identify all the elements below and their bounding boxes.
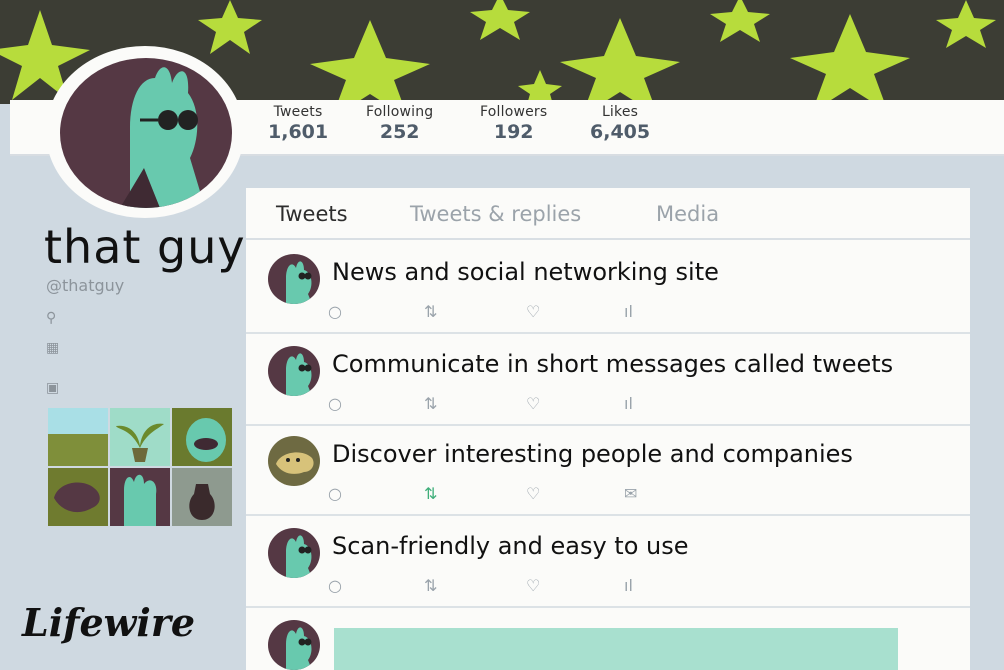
thumbnail-vase[interactable]	[172, 468, 232, 526]
tweet-item[interactable]	[246, 608, 970, 670]
media-thumbnail-grid	[48, 408, 232, 528]
retweet-icon[interactable]: ⇅	[424, 484, 437, 503]
reply-icon[interactable]: ○	[328, 302, 342, 321]
stat-likes[interactable]: Likes 6,405	[590, 104, 650, 143]
thumbnail-bunny[interactable]	[110, 468, 170, 526]
timeline-tabs: Tweets Tweets & replies Media	[246, 188, 970, 240]
like-icon[interactable]: ♡	[526, 576, 540, 595]
like-icon[interactable]: ♡	[526, 394, 540, 413]
message-icon[interactable]: ✉	[624, 484, 637, 503]
profile-avatar[interactable]	[46, 46, 244, 218]
calendar-icon: ▦	[46, 340, 60, 356]
tweet-avatar[interactable]	[268, 254, 320, 304]
stat-value: 6,405	[590, 121, 651, 143]
stat-value: 1,601	[268, 121, 329, 143]
photo-icon: ▣	[46, 380, 60, 396]
analytics-icon[interactable]: ıl	[624, 576, 633, 595]
brand-logo: Lifewire	[22, 600, 196, 645]
tweet-item[interactable]: Communicate in short messages called twe…	[246, 334, 970, 426]
stat-label: Likes	[601, 104, 639, 120]
profile-name: that guy	[44, 220, 246, 274]
stat-following[interactable]: Following 252	[366, 104, 433, 143]
reply-icon[interactable]: ○	[328, 484, 342, 503]
stat-value: 192	[493, 121, 534, 143]
tab-media[interactable]: Media	[656, 202, 719, 226]
analytics-icon[interactable]: ıl	[624, 394, 633, 413]
location-icon: ⚲	[46, 310, 57, 326]
reply-icon[interactable]: ○	[328, 394, 342, 413]
thumbnail-landscape[interactable]	[48, 408, 108, 466]
thumbnail-plant[interactable]	[110, 408, 170, 466]
reply-icon[interactable]: ○	[328, 576, 342, 595]
retweet-icon[interactable]: ⇅	[424, 302, 437, 321]
stat-label: Following	[366, 104, 434, 120]
tab-tweets-replies[interactable]: Tweets & replies	[410, 202, 581, 226]
tweet-item[interactable]: Scan-friendly and easy to use ○ ⇅ ♡ ıl	[246, 516, 970, 608]
tweet-avatar[interactable]	[268, 346, 320, 396]
tweet-item[interactable]: News and social networking site ○ ⇅ ♡ ıl	[246, 242, 970, 334]
retweet-icon[interactable]: ⇅	[424, 394, 437, 413]
tweet-avatar[interactable]	[268, 528, 320, 578]
analytics-icon[interactable]: ıl	[624, 302, 633, 321]
tweet-actions: ○ ⇅ ♡ ıl	[328, 394, 688, 416]
tweet-text: Scan-friendly and easy to use	[332, 532, 689, 560]
tweet-actions: ○ ⇅ ♡ ıl	[328, 576, 688, 598]
stat-tweets[interactable]: Tweets 1,601	[268, 104, 328, 143]
tweet-item[interactable]: Discover interesting people and companie…	[246, 424, 970, 516]
stat-value: 252	[379, 121, 420, 143]
stat-label: Followers	[480, 104, 548, 120]
tab-tweets[interactable]: Tweets	[276, 202, 348, 226]
tweet-avatar[interactable]	[268, 620, 320, 670]
tweet-media-preview[interactable]	[334, 628, 898, 670]
like-icon[interactable]: ♡	[526, 484, 540, 503]
stat-label: Tweets	[273, 104, 323, 120]
tweet-actions: ○ ⇅ ♡ ✉	[328, 484, 688, 506]
stat-followers[interactable]: Followers 192	[480, 104, 547, 143]
tweet-actions: ○ ⇅ ♡ ıl	[328, 302, 688, 324]
tweet-text: Discover interesting people and companie…	[332, 440, 853, 468]
timeline-panel: Tweets Tweets & replies Media News and s…	[246, 188, 970, 670]
avatar-illustration	[60, 58, 232, 208]
thumbnail-creature[interactable]	[48, 468, 108, 526]
profile-handle[interactable]: @thatguy	[46, 276, 124, 295]
like-icon[interactable]: ♡	[526, 302, 540, 321]
retweet-icon[interactable]: ⇅	[424, 576, 437, 595]
tweet-avatar[interactable]	[268, 436, 320, 486]
thumbnail-character[interactable]	[172, 408, 232, 466]
tweet-text: News and social networking site	[332, 258, 719, 286]
tweet-text: Communicate in short messages called twe…	[332, 350, 894, 378]
